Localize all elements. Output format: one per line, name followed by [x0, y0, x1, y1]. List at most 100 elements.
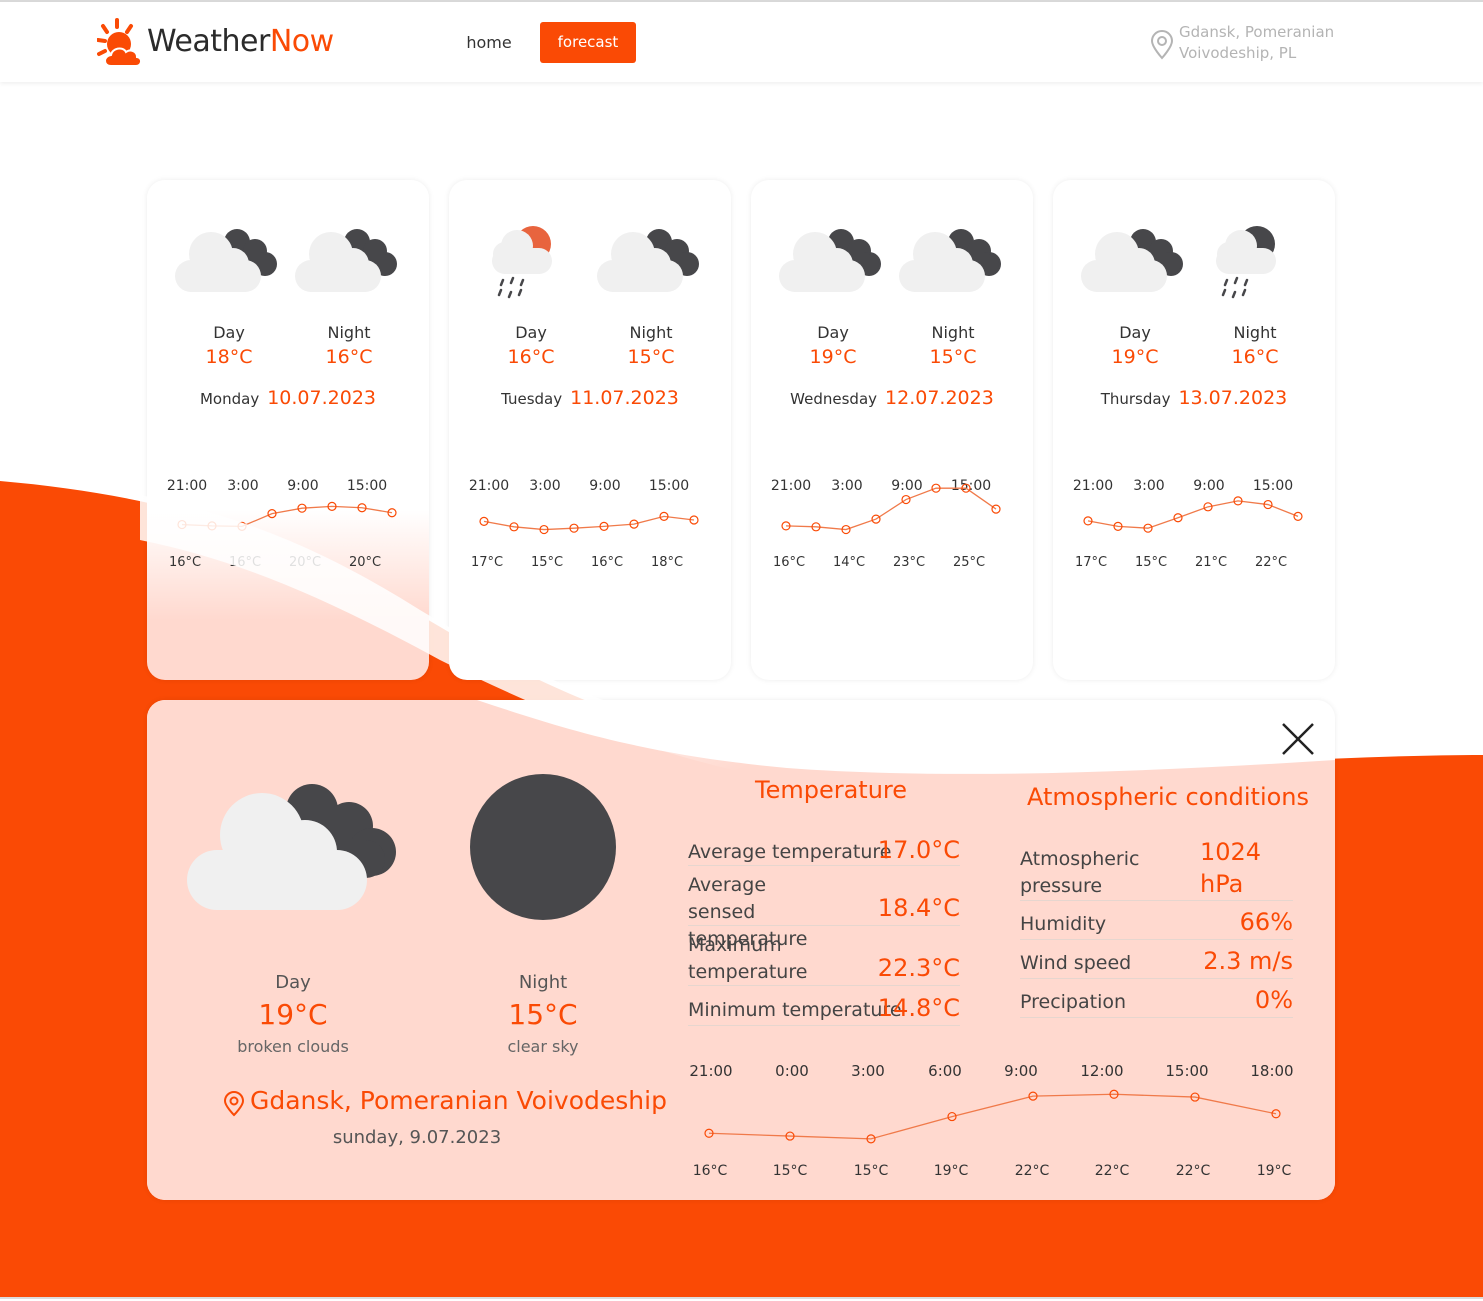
chart-temp-label: 25°C — [953, 555, 985, 570]
chart-hour-label: 3:00 — [227, 478, 258, 494]
weekday: Wednesday — [790, 390, 878, 408]
chart-temp-label: 15°C — [773, 1163, 808, 1179]
chart-temp-label: 17°C — [471, 555, 503, 570]
chart-temp-label: 22°C — [1255, 555, 1287, 570]
card-date: Thursday 13.07.2023 — [1053, 387, 1335, 409]
chart-series-line — [708, 1093, 1277, 1140]
hourly-temperature-chart: 21:00 3:00 9:00 15:0016°C 14°C 23°C 25°C — [771, 478, 1001, 570]
chart-hour-label: 9:00 — [1193, 478, 1224, 494]
sun-cloud-logo-icon — [97, 18, 142, 67]
date-value: 12.07.2023 — [885, 387, 994, 409]
night-temperature: 16°C — [325, 346, 373, 368]
stat-atmospheric-pressure: Atmospheric pressure 1024 hPa — [1020, 836, 1293, 901]
chart-hour-label: 12:00 — [1080, 1062, 1123, 1080]
date-value: 13.07.2023 — [1178, 387, 1288, 409]
card-date: Monday 10.07.2023 — [147, 387, 429, 409]
chart-temp-label: 22°C — [1095, 1163, 1130, 1179]
chart-hour-label: 9:00 — [891, 478, 922, 494]
detail-day-temperature: 19°C — [258, 998, 328, 1031]
stat-average-sensed-temperature: Average sensed temperature 18.4°C — [688, 874, 960, 950]
card-date: Tuesday 11.07.2023 — [449, 387, 731, 409]
day-temperature: 16°C — [507, 346, 555, 368]
chart-temp-label: 15°C — [1135, 555, 1167, 570]
weekday: Monday — [199, 390, 260, 408]
chart-temp-label: 19°C — [1257, 1163, 1292, 1179]
chart-hour-label: 21:00 — [1073, 478, 1113, 494]
chart-hour-label: 21:00 — [167, 478, 207, 494]
chart-hour-label: 15:00 — [1165, 1062, 1208, 1080]
hourly-temperature-chart: 21:00 3:00 9:00 15:00 16°C 16°C 20°C 20°C — [167, 478, 397, 570]
chart-temp-label: 16°C — [693, 1163, 728, 1179]
chart-hour-label: 21:00 — [689, 1062, 732, 1080]
chart-temp-label: 16°C — [773, 555, 805, 570]
chart-hour-label: 3:00 — [851, 1062, 885, 1080]
day-temperature: 19°C — [809, 346, 857, 368]
day-temperature: 19°C — [1111, 346, 1159, 368]
chart-temp-label: 20°C — [349, 555, 381, 570]
chart-temp-label: 15°C — [531, 555, 563, 570]
weekday: Thursday — [1100, 390, 1171, 408]
night-label: Night — [1233, 323, 1277, 342]
detail-night-description: clear sky — [507, 1037, 579, 1056]
forecast-day-card-0[interactable]: Day Night 18°C 16°C Monday 10.07.2023 21:… — [147, 180, 429, 680]
date-value: 11.07.2023 — [570, 387, 679, 409]
detail-day-description: broken clouds — [237, 1037, 349, 1056]
chart-hour-label: 15:00 — [347, 478, 387, 494]
site-header: WeatherNow home forecast Gdansk, Pomeran… — [0, 2, 1483, 82]
night-temperature: 15°C — [627, 346, 675, 368]
hourly-temperature-chart: 21:00 3:00 9:00 15:00 17°C 15°C 16°C 18°C — [469, 478, 699, 570]
night-temperature: 16°C — [1231, 346, 1279, 368]
stat-precipitation: Precipation 0% — [1020, 984, 1293, 1018]
detail-location-text: Gdansk, Pomeranian Voivodeship — [250, 1086, 667, 1115]
nav-forecast-button[interactable]: forecast — [540, 22, 636, 63]
detail-date: sunday, 9.07.2023 — [332, 1127, 502, 1148]
chart-temp-label: 16°C — [169, 555, 201, 570]
chart-hour-label: 21:00 — [469, 478, 509, 494]
cloud-broken-icon — [779, 229, 881, 292]
atmospheric-section-title: Atmospheric conditions — [1027, 783, 1310, 811]
chart-hour-label: 21:00 — [771, 478, 811, 494]
close-icon[interactable] — [1279, 718, 1319, 758]
location-pin-icon — [223, 1091, 245, 1117]
night-label: Night — [629, 323, 673, 342]
detail-night-label: Night — [518, 972, 568, 993]
day-label: Day — [515, 323, 547, 342]
chart-hour-label: 3:00 — [831, 478, 862, 494]
night-temperature: 15°C — [929, 346, 977, 368]
day-label: Day — [213, 323, 245, 342]
stat-humidity: Humidity 66% — [1020, 906, 1293, 940]
chart-series-line — [1087, 500, 1299, 529]
chart-hour-label: 9:00 — [287, 478, 318, 494]
hourly-temperature-chart: 21:00 3:00 9:00 15:00 17°C 15°C 21°C 22°C — [1073, 478, 1303, 570]
chart-hour-label: 6:00 — [928, 1062, 962, 1080]
forecast-day-card-2[interactable]: Day Night 19°C 15°C Wednesday 12.07.2023 … — [751, 180, 1033, 680]
cloud-broken-icon — [295, 229, 397, 292]
card-date: Wednesday 12.07.2023 — [751, 387, 1033, 409]
stat-minimum-temperature: Minimum temperature 14.8°C — [688, 992, 960, 1026]
nav-home-link[interactable]: home — [458, 24, 520, 62]
chart-hour-label: 9:00 — [1004, 1062, 1038, 1080]
chart-temp-label: 19°C — [934, 1163, 969, 1179]
stat-average-temperature: Average temperature 17.0°C — [688, 836, 960, 866]
chart-hour-label: 3:00 — [529, 478, 560, 494]
date-value: 10.07.2023 — [267, 387, 376, 409]
chart-temp-label: 20°C — [289, 555, 321, 570]
chart-temp-label: 14°C — [833, 555, 865, 570]
chart-series-line — [181, 505, 393, 528]
chart-temp-label: 22°C — [1015, 1163, 1050, 1179]
detail-night-temperature: 15°C — [508, 998, 578, 1031]
clear-sky-night-icon — [470, 774, 616, 920]
moon-cloud-rain-icon — [1216, 226, 1276, 299]
chart-hour-label: 9:00 — [589, 478, 620, 494]
weekday: Tuesday — [501, 390, 563, 408]
chart-temp-label: 15°C — [854, 1163, 889, 1179]
sun-cloud-rain-icon — [492, 226, 552, 299]
day-label: Day — [1119, 323, 1151, 342]
forecast-day-card-3[interactable]: Day Night 19°C 16°C Thursday 13.07.2023 2… — [1053, 180, 1335, 680]
header-location-text: Gdansk, Pomeranian Voivodeship, PL — [1179, 23, 1335, 62]
chart-temp-label: 18°C — [651, 555, 683, 570]
location-pin-icon — [1150, 30, 1174, 60]
forecast-day-card-1[interactable]: Day Night 16°C 15°C Tuesday 11.07.2023 21… — [449, 180, 731, 680]
temperature-section-title: Temperature — [755, 776, 908, 804]
chart-temp-label: 17°C — [1075, 555, 1107, 570]
